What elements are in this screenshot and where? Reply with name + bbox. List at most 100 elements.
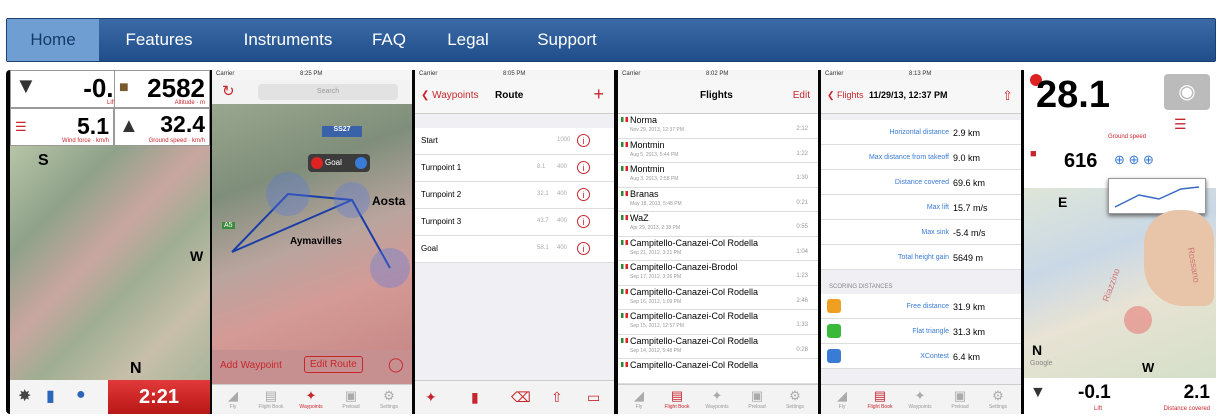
status-bar: Carrier 8:13 PM [821, 70, 1021, 80]
share-icon[interactable]: ⇧ [1002, 88, 1013, 104]
flight-row[interactable]: Norma Nov 29, 2013, 12:37 PM 2:12 [618, 114, 818, 139]
flight-name: Campitello-Canazei-Brodol [630, 262, 738, 272]
flight-row[interactable]: Campitello-Canazei-Col Rodella Sep 21, 20… [618, 236, 818, 261]
map-west-label: W [1142, 360, 1155, 375]
heading-arrow-icon: ▲ [119, 115, 139, 137]
dragged-graph-widget[interactable] [1108, 178, 1206, 214]
bottom-toolbar: ✸ ▮ ● 2:21 [10, 380, 210, 414]
add-gauge-icons[interactable]: ⊕ ⊕ ⊕ [1114, 152, 1154, 168]
tab-preload[interactable]: ▣ Preload [332, 387, 370, 413]
nav-support[interactable]: Support [525, 19, 609, 61]
flag-icon [621, 239, 628, 245]
screenshot-strip: ▼ -0.6 Lift · m/s ■ 2582 Altitude · m ☰ … [6, 70, 1216, 414]
flight-row[interactable]: Campitello-Canazei-Brodol Sep 17, 2012, 3… [618, 261, 818, 286]
info-icon[interactable]: i [577, 188, 590, 201]
camera-icon[interactable]: ◉ [1164, 74, 1210, 110]
trash-icon[interactable]: ⌫ [511, 389, 531, 406]
battery-icon[interactable]: ▮ [46, 386, 55, 406]
ground-speed-gauge: ▲ 32.4 Ground speed · km/h [114, 108, 210, 146]
tab-waypoints[interactable]: ✦ Waypoints [901, 387, 939, 413]
search-input[interactable]: Search [258, 84, 398, 100]
nav-instruments[interactable]: Instruments [227, 19, 349, 61]
ground-speed-value: 28.1 [1036, 74, 1110, 116]
waypoint-distance: 8.1 [537, 164, 546, 170]
score-value: 6.4 km [953, 352, 981, 362]
route-row[interactable]: Goal 58.1 400 i [415, 236, 614, 263]
back-waypoints-button[interactable]: ❮ Waypoints [421, 90, 479, 101]
screenshot-flights-list[interactable]: Carrier 8:02 PM Flights Edit Norma Nov 29,… [618, 70, 818, 414]
route-row[interactable]: Start 1000 i [415, 128, 614, 155]
flight-row[interactable]: Campitello-Canazei-Col Rodella Sep 14, 20… [618, 334, 818, 359]
flight-row[interactable]: Campitello-Canazei-Col Rodella [618, 359, 818, 384]
back-flights-button[interactable]: ❮ Flights [827, 90, 864, 101]
tab-flight-book[interactable]: ▤ Flight Book [861, 387, 899, 413]
tab-waypoints[interactable]: ✦ Waypoints [292, 387, 330, 413]
flight-row[interactable]: Branas May 18, 2013, 5:48 PM 0:21 [618, 187, 818, 212]
flight-date: Sep 16, 2012, 1:09 PM [630, 298, 682, 305]
windsock-icon: ☰ [1174, 116, 1187, 132]
nav-legal[interactable]: Legal [437, 19, 499, 61]
locate-icon[interactable]: ◯ [388, 356, 404, 373]
stat-value: 15.7 m/s [953, 203, 988, 213]
nav-home[interactable]: Home [7, 19, 99, 61]
flight-row[interactable]: WaZ Apr 29, 2013, 2:38 PM 0:55 [618, 212, 818, 237]
tab-fly[interactable]: ◢ Fly [620, 387, 658, 413]
tab-preload[interactable]: ▣ Preload [941, 387, 979, 413]
tab-preload[interactable]: ▣ Preload [738, 387, 776, 413]
flag-icon [621, 337, 628, 343]
edit-button[interactable]: Edit [793, 90, 810, 101]
screenshot-instrument-layout[interactable]: 28.1 Ground speed ◉ ☰ ■ 616 ⊕ ⊕ ⊕ E N W … [1024, 70, 1216, 414]
screenshot-route-list[interactable]: Carrier 8:05 PM ❮ Waypoints Route + Start… [415, 70, 614, 414]
tab-settings[interactable]: ⚙ Settings [979, 387, 1017, 413]
score-row[interactable]: Free distance 31.9 km [821, 294, 1021, 319]
globe-icon[interactable]: ● [76, 386, 86, 404]
ground-speed-unit: Ground speed [1108, 134, 1147, 140]
town-label-aosta: Aosta [372, 194, 406, 208]
route-row[interactable]: Turnpoint 2 32.1 400 i [415, 182, 614, 209]
tab-settings[interactable]: ⚙ Settings [370, 387, 408, 413]
stat-value: 69.6 km [953, 178, 986, 188]
info-icon[interactable]: i [577, 242, 590, 255]
finger-image [1144, 210, 1214, 306]
tab-flight-book[interactable]: ▤ Flight Book [252, 387, 290, 413]
stat-row: Max sink -5.4 m/s [821, 220, 1021, 245]
flight-row[interactable]: Montmin Aug 5, 2013, 5:44 PM 1:22 [618, 138, 818, 163]
tab-waypoints[interactable]: ✦ Waypoints [698, 387, 736, 413]
flight-timer[interactable]: 2:21 [108, 380, 210, 414]
route-icon[interactable]: ✦ [425, 389, 437, 406]
add-waypoint-button[interactable]: Add Waypoint [220, 360, 282, 371]
score-row[interactable]: Flat triangle 31.3 km [821, 319, 1021, 344]
tab-bar: ◢ Fly ▤ Flight Book ✦ Waypoints ▣ Preload ⚙ S… [821, 384, 1021, 414]
nav-faq[interactable]: FAQ [365, 19, 413, 61]
add-button[interactable]: + [593, 84, 604, 105]
book-icon[interactable]: ▮ [471, 389, 479, 406]
edit-route-button[interactable]: Edit Route [304, 356, 363, 373]
info-icon[interactable]: i [577, 161, 590, 174]
flight-row[interactable]: Campitello-Canazei-Col Rodella Sep 15, 20… [618, 310, 818, 335]
flight-row[interactable]: Montmin Aug 3, 2013, 2:58 PM 1:30 [618, 163, 818, 188]
info-icon[interactable]: i [577, 215, 590, 228]
page-title: 11/29/13, 12:37 PM [869, 90, 948, 100]
position-marker [1124, 306, 1152, 334]
screenshot-waypoint-map[interactable]: Carrier 8:25 PM ↻ Search SS27 Goal A5 Aym… [212, 70, 412, 414]
screenshot-flight-details[interactable]: Carrier 8:13 PM ❮ Flights 11/29/13, 12:37… [821, 70, 1021, 414]
route-row[interactable]: Turnpoint 1 8.1 400 i [415, 155, 614, 182]
tab-settings[interactable]: ⚙ Settings [776, 387, 814, 413]
lift-unit: Lift [1094, 406, 1103, 412]
refresh-icon[interactable]: ↻ [222, 82, 235, 100]
screenshot-flight-instruments[interactable]: ▼ -0.6 Lift · m/s ■ 2582 Altitude · m ☰ … [10, 70, 210, 414]
flight-name: Campitello-Canazei-Col Rodella [630, 335, 759, 346]
info-icon[interactable]: i [577, 134, 590, 147]
map-search-bar: ↻ Search [212, 80, 412, 104]
tab-flight-book[interactable]: ▤ Flight Book [658, 387, 696, 413]
share-icon[interactable]: ⇧ [551, 389, 563, 406]
flight-row[interactable]: Campitello-Canazei-Col Rodella Sep 16, 20… [618, 285, 818, 310]
folder-icon[interactable]: ▭ [587, 389, 600, 406]
waypoint-altitude: 400 [557, 191, 568, 197]
tab-fly[interactable]: ◢ Fly [823, 387, 861, 413]
route-row[interactable]: Turnpoint 3 43.7 400 i [415, 209, 614, 236]
score-row[interactable]: XContest 6.4 km [821, 344, 1021, 369]
compass-icon[interactable]: ✸ [18, 386, 31, 406]
nav-features[interactable]: Features [111, 19, 207, 61]
tab-fly[interactable]: ◢ Fly [214, 387, 252, 413]
